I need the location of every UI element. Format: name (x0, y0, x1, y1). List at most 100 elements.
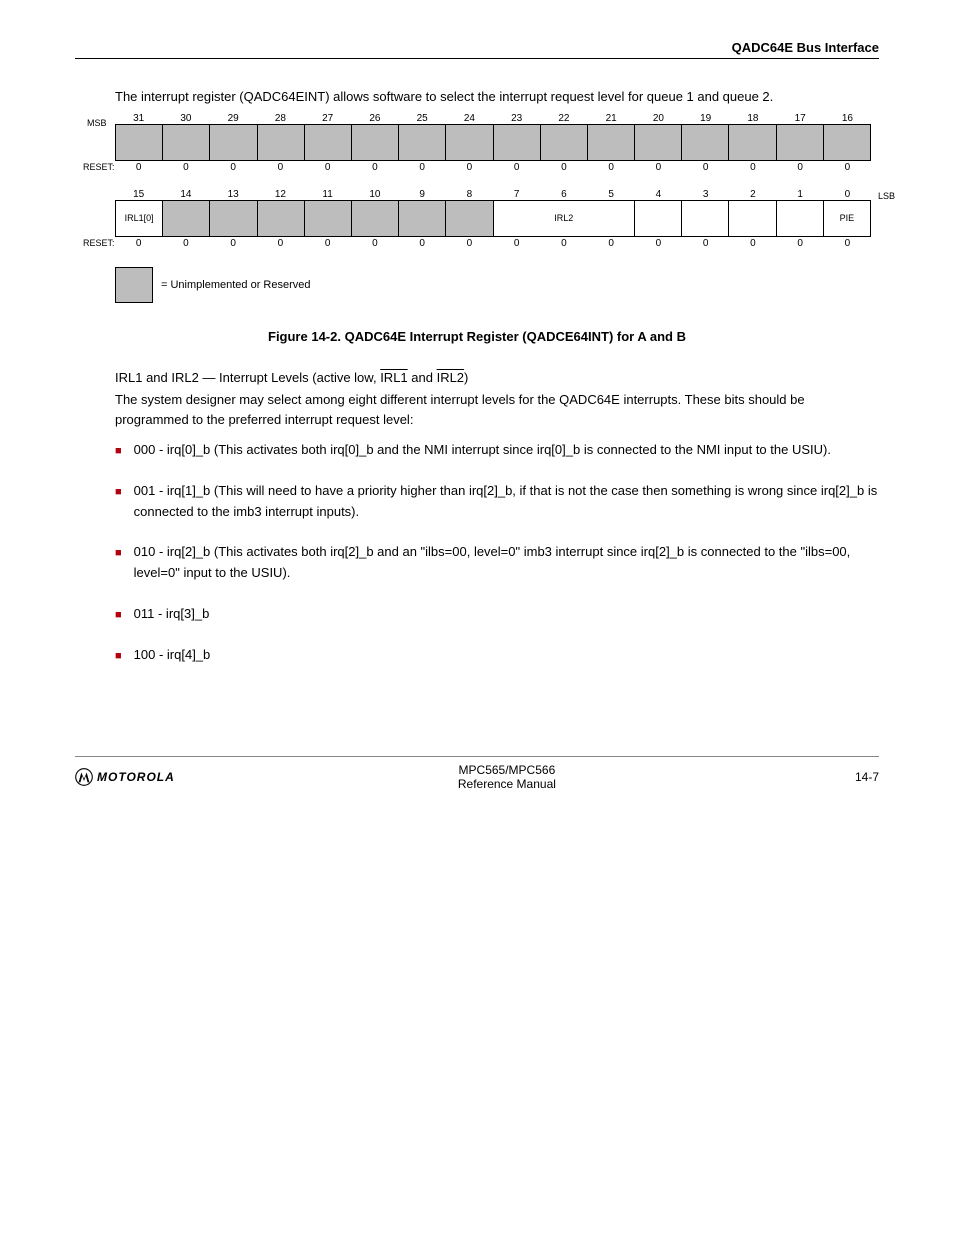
reset-val: 0 (399, 162, 446, 173)
footer-product: MPC565/MPC566 (175, 763, 839, 777)
bit-num: 17 (777, 113, 824, 124)
bullet-icon: ■ (115, 545, 122, 563)
reserved-bit (446, 124, 493, 160)
reset-val: 0 (824, 238, 871, 249)
reset-val: 0 (257, 162, 304, 173)
field-heading-and: and (408, 370, 437, 385)
footer-center: MPC565/MPC566 Reference Manual (175, 763, 839, 791)
lsb-label: LSB (878, 191, 895, 201)
field-empty (635, 200, 682, 236)
reset-val: 0 (588, 162, 635, 173)
list-item: ■ 100 - irq[4]_b (115, 645, 879, 666)
reset-val: 0 (682, 238, 729, 249)
footer-left: MOTOROLA (75, 768, 175, 786)
footer: MOTOROLA MPC565/MPC566 Reference Manual … (75, 763, 879, 791)
figure-caption: Figure 14-2. QADC64E Interrupt Register … (75, 329, 879, 344)
bit-num: 18 (729, 113, 776, 124)
bit-labels-bottom: LSB 15 14 13 12 11 10 9 8 7 6 5 4 3 2 1 … (115, 189, 871, 200)
bullet-icon: ■ (115, 443, 122, 461)
list-item: ■ 000 - irq[0]_b (This activates both ir… (115, 440, 879, 461)
field-empty (729, 200, 776, 236)
bit-num: 7 (493, 189, 540, 200)
bit-num: 10 (351, 189, 398, 200)
reserved-bit (304, 124, 351, 160)
bit-num: 21 (588, 113, 635, 124)
bit-num: 20 (635, 113, 682, 124)
field-heading-irl2: IRL2 (437, 370, 464, 385)
bit-num: 8 (446, 189, 493, 200)
reserved-bit (729, 124, 776, 160)
reset-val: 0 (540, 162, 587, 173)
field-heading-irl1: IRL1 (380, 370, 407, 385)
footer-rule (75, 756, 879, 757)
page: QADC64E Bus Interface The interrupt regi… (0, 0, 954, 811)
reset-label: RESET: (83, 238, 115, 248)
bit-num: 23 (493, 113, 540, 124)
field-pie: PIE (823, 200, 870, 236)
reserved-bit (446, 200, 493, 236)
reset-val: 0 (446, 162, 493, 173)
reset-row-top: RESET: 0 0 0 0 0 0 0 0 0 0 0 0 0 0 0 0 (115, 162, 871, 173)
reserved-bit (776, 124, 823, 160)
reserved-bit (399, 200, 446, 236)
bullet-icon: ■ (115, 484, 122, 502)
bit-num: 2 (729, 189, 776, 200)
bit-num: 15 (115, 189, 162, 200)
reset-val: 0 (540, 238, 587, 249)
reset-val: 0 (162, 162, 209, 173)
header-section-title: QADC64E Bus Interface (75, 40, 879, 55)
field-empty (776, 200, 823, 236)
reserved-bit (635, 124, 682, 160)
reset-val: 0 (399, 238, 446, 249)
reset-val: 0 (162, 238, 209, 249)
reset-val: 0 (446, 238, 493, 249)
reset-val: 0 (210, 162, 257, 173)
field-heading-post: ) (464, 370, 468, 385)
field-irl2: IRL2 (493, 200, 635, 236)
header-right-text: QADC64E Bus Interface (732, 40, 879, 55)
reserved-bit (163, 200, 210, 236)
reset-val: 0 (824, 162, 871, 173)
reset-val: 0 (729, 162, 776, 173)
bit-num: 13 (210, 189, 257, 200)
reserved-bit (163, 124, 210, 160)
reserved-bit (210, 124, 257, 160)
motorola-logo-icon (75, 768, 93, 786)
bit-labels-top: MSB 31 30 29 28 27 26 25 24 23 22 21 20 … (115, 113, 871, 124)
option-text: 000 - irq[0]_b (This activates both irq[… (134, 440, 879, 461)
list-item: ■ 010 - irq[2]_b (This activates both ir… (115, 542, 879, 584)
bit-num: 25 (399, 113, 446, 124)
field-irl1-0: IRL1[0] (116, 200, 163, 236)
bit-num: 14 (162, 189, 209, 200)
bit-num: 29 (210, 113, 257, 124)
intro-paragraph: The interrupt register (QADC64EINT) allo… (115, 87, 879, 107)
reserved-bit (493, 124, 540, 160)
bit-num: 22 (540, 113, 587, 124)
reserved-bit (210, 200, 257, 236)
bit-num: 4 (635, 189, 682, 200)
reset-val: 0 (351, 238, 398, 249)
list-item: ■ 001 - irq[1]_b (This will need to have… (115, 481, 879, 523)
bit-num: 30 (162, 113, 209, 124)
reset-val: 0 (115, 162, 162, 173)
bit-num: 11 (304, 189, 351, 200)
reserved-bit (257, 200, 304, 236)
option-list: ■ 000 - irq[0]_b (This activates both ir… (115, 440, 879, 666)
reset-val: 0 (304, 238, 351, 249)
footer-page-number: 14-7 (839, 770, 879, 784)
reserved-bit (540, 124, 587, 160)
field-heading: IRL1 and IRL2 — Interrupt Levels (active… (115, 368, 879, 388)
reserved-bit (823, 124, 870, 160)
option-text: 010 - irq[2]_b (This activates both irq[… (134, 542, 879, 584)
bit-num: 24 (446, 113, 493, 124)
reset-row-bottom: RESET: 0 0 0 0 0 0 0 0 0 0 0 0 0 0 0 0 (115, 238, 871, 249)
footer-doc: Reference Manual (175, 777, 839, 791)
reserved-bit (682, 124, 729, 160)
bit-num: 27 (304, 113, 351, 124)
reserved-bit (257, 124, 304, 160)
bit-num: 12 (257, 189, 304, 200)
bullet-icon: ■ (115, 607, 122, 625)
field-heading-pre: IRL1 and IRL2 — Interrupt Levels (active… (115, 370, 380, 385)
option-text: 001 - irq[1]_b (This will need to have a… (134, 481, 879, 523)
bit-num: 19 (682, 113, 729, 124)
